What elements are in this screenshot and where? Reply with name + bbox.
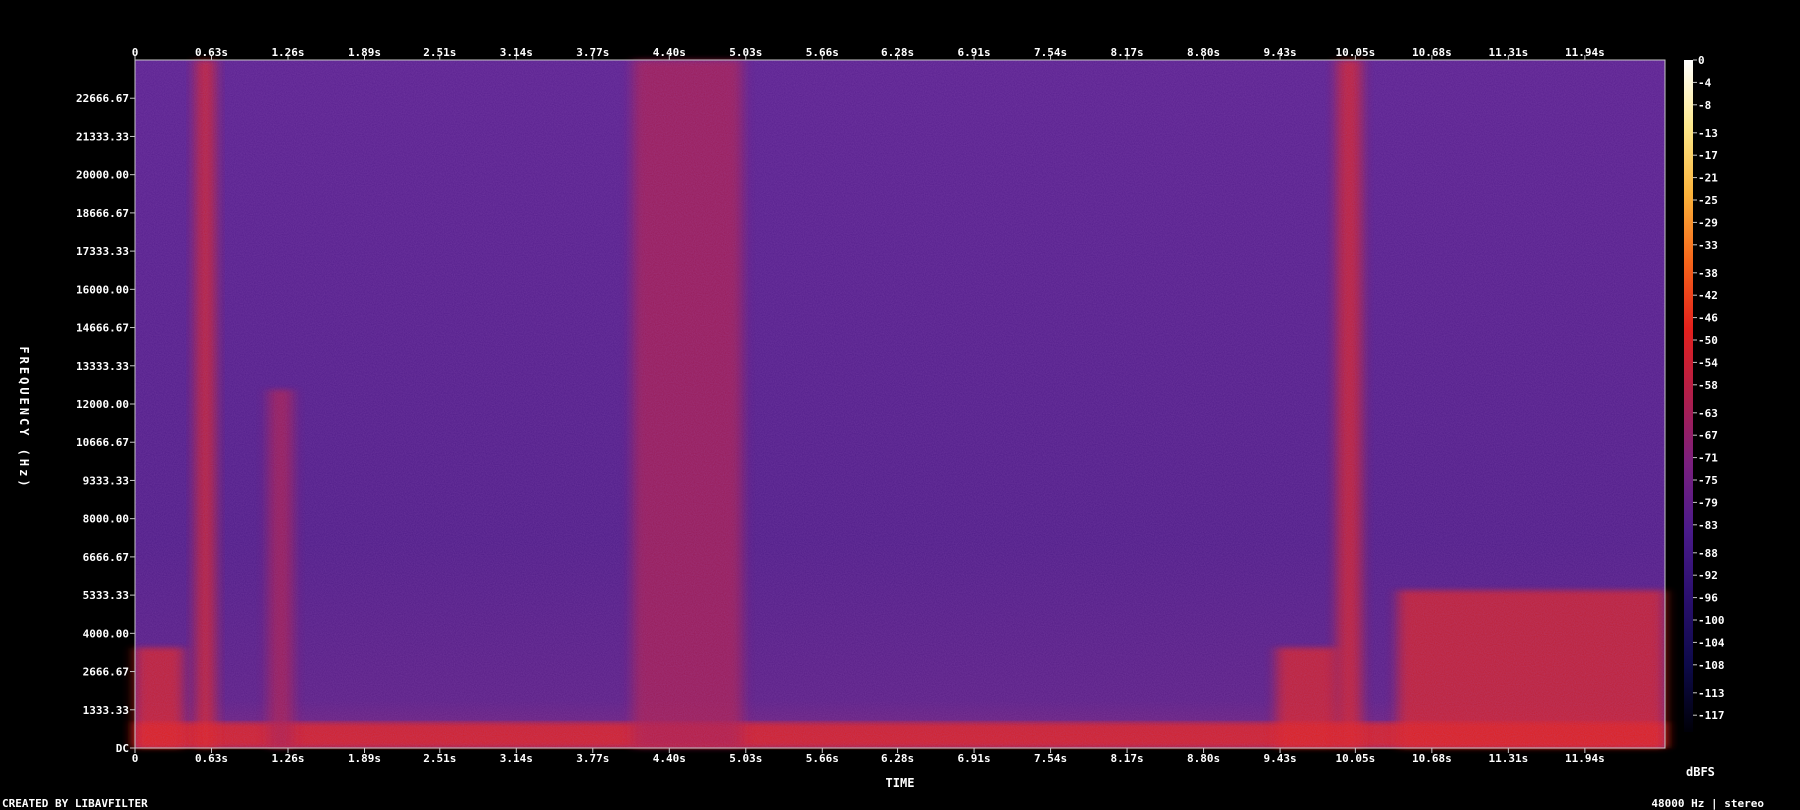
colorbar-tick-label: -104 bbox=[1698, 636, 1725, 649]
x-tick-label-top: 11.94s bbox=[1565, 46, 1605, 59]
x-tick-label-bottom: 8.80s bbox=[1187, 752, 1220, 765]
colorbar-tick-label: -38 bbox=[1698, 267, 1718, 280]
x-tick-label-top: 3.14s bbox=[500, 46, 533, 59]
colorbar-tick-label: -96 bbox=[1698, 592, 1718, 605]
x-tick-label-bottom: 4.40s bbox=[653, 752, 686, 765]
colorbar-tick-label: -13 bbox=[1698, 127, 1718, 140]
x-tick-label-bottom: 1.89s bbox=[348, 752, 381, 765]
y-tick-label: 8000.00 bbox=[83, 513, 129, 526]
x-tick-label-bottom: 6.28s bbox=[881, 752, 914, 765]
x-axis-label: TIME bbox=[886, 776, 915, 790]
colorbar-tick-label: -113 bbox=[1698, 687, 1725, 700]
y-tick-label: 20000.00 bbox=[76, 169, 129, 182]
created-by-label: CREATED BY LIBAVFILTER bbox=[2, 797, 148, 810]
colorbar-tick-label: -4 bbox=[1698, 76, 1712, 89]
x-tick-label-bottom: 5.03s bbox=[729, 752, 762, 765]
colorbar-tick-label: 0 bbox=[1698, 54, 1705, 67]
colorbar-tick-label: -50 bbox=[1698, 334, 1718, 347]
x-tick-label-bottom: 0.63s bbox=[195, 752, 228, 765]
audio-format-label: 48000 Hz | stereo bbox=[1651, 797, 1764, 810]
y-tick-label: 5333.33 bbox=[83, 589, 129, 602]
x-tick-label-top: 6.91s bbox=[958, 46, 991, 59]
x-tick-label-bottom: 11.94s bbox=[1565, 752, 1605, 765]
y-tick-label: 4000.00 bbox=[83, 627, 129, 640]
x-tick-label-top: 1.26s bbox=[271, 46, 304, 59]
x-axis-top: 0 0.63s 1.26s 1.89s 2.51s 3.14s 3.77s 4.40s 5.03… bbox=[132, 46, 1605, 60]
y-tick-label: DC bbox=[116, 742, 129, 755]
x-tick-label-bottom: 5.66s bbox=[806, 752, 839, 765]
x-tick-label-bottom: 9.43s bbox=[1264, 752, 1297, 765]
x-tick-label-top: 8.17s bbox=[1111, 46, 1144, 59]
y-tick-label: 12000.00 bbox=[76, 398, 129, 411]
y-tick-label: 22666.67 bbox=[76, 92, 129, 105]
colorbar-ticks: 0 -4 -8 -13 -17 -21 -25 -29 -33 -38 -42 -46 -50 -54 -5… bbox=[1693, 54, 1725, 722]
colorbar-tick-label: -29 bbox=[1698, 216, 1718, 229]
colorbar-tick-label: -88 bbox=[1698, 547, 1718, 560]
y-tick-label: 9333.33 bbox=[83, 474, 129, 487]
colorbar-tick-label: -8 bbox=[1698, 99, 1711, 112]
colorbar-tick-label: -67 bbox=[1698, 429, 1718, 442]
x-tick-label-top: 10.68s bbox=[1412, 46, 1452, 59]
x-tick-label-bottom: 2.51s bbox=[423, 752, 456, 765]
y-tick-label: 18666.67 bbox=[76, 207, 129, 220]
y-tick-label: 16000.00 bbox=[76, 283, 129, 296]
colorbar-tick-label: -25 bbox=[1698, 194, 1718, 207]
x-tick-label-bottom: 11.31s bbox=[1488, 752, 1528, 765]
colorbar-tick-label: -54 bbox=[1698, 356, 1718, 369]
colorbar-tick-label: -33 bbox=[1698, 239, 1718, 252]
y-tick-label: 10666.67 bbox=[76, 436, 129, 449]
x-tick-label-top: 4.40s bbox=[653, 46, 686, 59]
colorbar-tick-label: -42 bbox=[1698, 289, 1718, 302]
y-tick-label: 21333.33 bbox=[76, 130, 129, 143]
colorbar-tick-label: -79 bbox=[1698, 496, 1718, 509]
x-tick-label-top: 7.54s bbox=[1034, 46, 1067, 59]
colorbar-tick-label: -21 bbox=[1698, 172, 1718, 185]
x-tick-label-top: 9.43s bbox=[1264, 46, 1297, 59]
colorbar bbox=[1684, 60, 1693, 732]
colorbar-tick-label: -108 bbox=[1698, 659, 1725, 672]
spectrogram-chart: 0 0.63s 1.26s 1.89s 2.51s 3.14s 3.77s 4.40s 5.03… bbox=[2, 46, 1764, 810]
colorbar-tick-label: -63 bbox=[1698, 407, 1718, 420]
x-tick-label-bottom: 8.17s bbox=[1111, 752, 1144, 765]
colorbar-tick-label: -92 bbox=[1698, 569, 1718, 582]
x-tick-label-bottom: 10.05s bbox=[1335, 752, 1375, 765]
x-tick-label-top: 6.28s bbox=[881, 46, 914, 59]
y-tick-label: 17333.33 bbox=[76, 245, 129, 258]
colorbar-unit-label: dBFS bbox=[1686, 765, 1715, 779]
y-tick-label: 14666.67 bbox=[76, 322, 129, 335]
y-tick-label: 1333.33 bbox=[83, 704, 129, 717]
y-tick-label: 6666.67 bbox=[83, 551, 129, 564]
x-tick-label-bottom: 1.26s bbox=[271, 752, 304, 765]
y-axis-label: FREQUENCY (Hz) bbox=[17, 346, 31, 489]
x-tick-label-bottom: 3.14s bbox=[500, 752, 533, 765]
colorbar-tick-label: -46 bbox=[1698, 312, 1718, 325]
x-tick-label-top: 0.63s bbox=[195, 46, 228, 59]
x-tick-label-bottom: 10.68s bbox=[1412, 752, 1452, 765]
colorbar-tick-label: -83 bbox=[1698, 519, 1718, 532]
x-tick-label-top: 1.89s bbox=[348, 46, 381, 59]
x-tick-label-bottom: 6.91s bbox=[958, 752, 991, 765]
colorbar-tick-label: -58 bbox=[1698, 379, 1718, 392]
x-tick-label-top: 0 bbox=[132, 46, 139, 59]
x-tick-label-top: 10.05s bbox=[1335, 46, 1375, 59]
x-tick-label-top: 11.31s bbox=[1488, 46, 1528, 59]
y-tick-label: 13333.33 bbox=[76, 360, 129, 373]
y-axis: DC 1333.33 2666.67 4000.00 5333.33 6666.67 800… bbox=[76, 92, 135, 755]
y-tick-label: 2666.67 bbox=[83, 666, 129, 679]
colorbar-tick-label: -75 bbox=[1698, 474, 1718, 487]
x-tick-label-top: 3.77s bbox=[576, 46, 609, 59]
x-tick-label-top: 2.51s bbox=[423, 46, 456, 59]
x-tick-label-bottom: 0 bbox=[132, 752, 139, 765]
x-tick-label-top: 5.03s bbox=[729, 46, 762, 59]
colorbar-tick-label: -100 bbox=[1698, 614, 1725, 627]
colorbar-tick-label: -71 bbox=[1698, 452, 1718, 465]
x-tick-label-bottom: 7.54s bbox=[1034, 752, 1067, 765]
spectrogram-noise-texture bbox=[135, 60, 1665, 748]
x-axis-bottom: 0 0.63s 1.26s 1.89s 2.51s 3.14s 3.77s 4.40s 5.03… bbox=[132, 748, 1605, 765]
x-tick-label-bottom: 3.77s bbox=[576, 752, 609, 765]
x-tick-label-top: 8.80s bbox=[1187, 46, 1220, 59]
colorbar-tick-label: -117 bbox=[1698, 709, 1725, 722]
x-tick-label-top: 5.66s bbox=[806, 46, 839, 59]
colorbar-tick-label: -17 bbox=[1698, 149, 1718, 162]
